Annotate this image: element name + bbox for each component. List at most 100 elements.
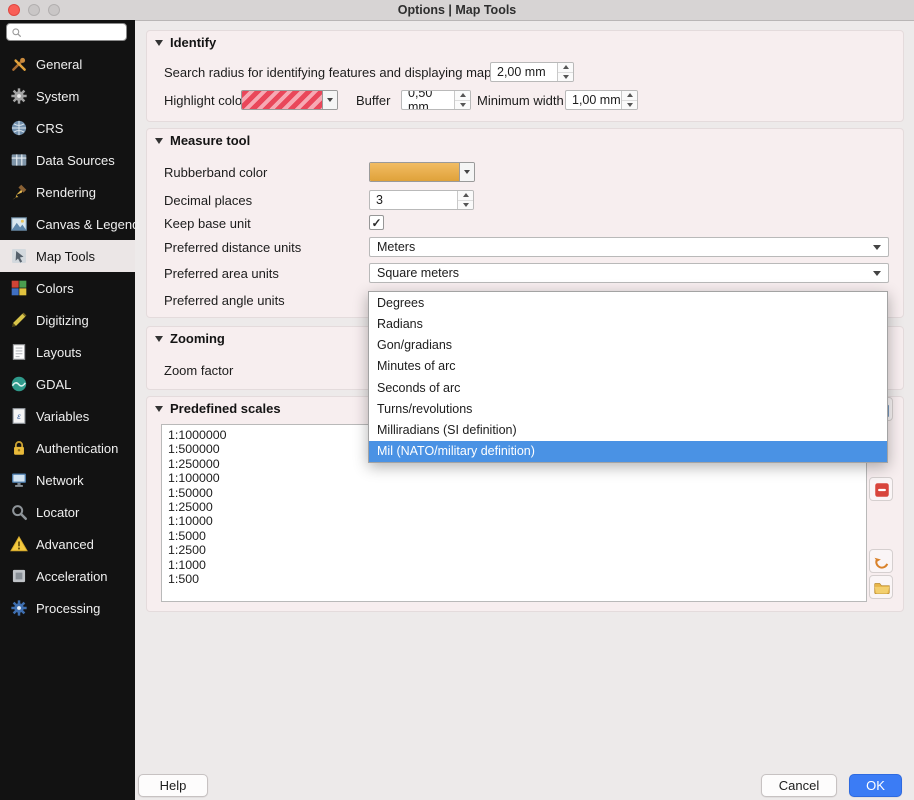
- buffer-label: Buffer: [356, 93, 390, 108]
- help-button[interactable]: Help: [138, 774, 208, 797]
- sidebar-item-locator[interactable]: Locator: [0, 496, 135, 528]
- restore-icon: [873, 553, 891, 571]
- predefined-scales-header[interactable]: Predefined scales: [155, 401, 281, 416]
- measure-tool-section: Measure tool Rubberband color Decimal pl…: [146, 128, 904, 318]
- sidebar-item-label: General: [36, 57, 82, 72]
- dropdown-option-gon-gradians[interactable]: Gon/gradians: [369, 335, 887, 356]
- dropdown-option-milliradians-si-definition[interactable]: Milliradians (SI definition): [369, 420, 887, 441]
- dropdown-option-minutes-of-arc[interactable]: Minutes of arc: [369, 356, 887, 377]
- sidebar: General System CRS Data Sources: [0, 20, 135, 800]
- minimum-width-spinbox[interactable]: 1,00 mm: [565, 90, 638, 110]
- authentication-icon: [10, 439, 28, 457]
- sidebar-item-layouts[interactable]: Layouts: [0, 336, 135, 368]
- collapse-triangle-icon: [155, 406, 163, 412]
- sidebar-item-processing[interactable]: Processing: [0, 592, 135, 624]
- scale-item[interactable]: 1:10000: [162, 514, 866, 528]
- identify-section: Identify Search radius for identifying f…: [146, 30, 904, 122]
- scale-item[interactable]: 1:100000: [162, 471, 866, 485]
- scale-item[interactable]: 1:50000: [162, 486, 866, 500]
- measure-tool-header[interactable]: Measure tool: [155, 133, 250, 148]
- rendering-icon: [10, 183, 28, 201]
- dropdown-option-degrees[interactable]: Degrees: [369, 292, 887, 313]
- folder-icon: [873, 579, 891, 597]
- sidebar-item-label: Locator: [36, 505, 79, 520]
- chevron-down-icon[interactable]: [459, 163, 474, 181]
- sidebar-item-variables[interactable]: ε Variables: [0, 400, 135, 432]
- spinner-arrows-icon[interactable]: [621, 91, 637, 109]
- sidebar-item-acceleration[interactable]: Acceleration: [0, 560, 135, 592]
- sidebar-item-label: Authentication: [36, 441, 118, 456]
- decimal-places-spinbox[interactable]: 3: [369, 190, 474, 210]
- scale-item[interactable]: 1:25000: [162, 500, 866, 514]
- spinner-arrows-icon[interactable]: [454, 91, 470, 109]
- sidebar-item-label: Colors: [36, 281, 74, 296]
- layouts-icon: [10, 343, 28, 361]
- sidebar-item-label: Canvas & Legend: [36, 217, 139, 232]
- processing-icon: [10, 599, 28, 617]
- cancel-button[interactable]: Cancel: [761, 774, 837, 797]
- chevron-down-icon: [873, 271, 881, 276]
- angle-units-dropdown: Degrees Radians Gon/gradians Minutes of …: [368, 291, 888, 463]
- scale-item[interactable]: 1:1000: [162, 558, 866, 572]
- digitizing-icon: [10, 311, 28, 329]
- gdal-icon: [10, 375, 28, 393]
- colors-icon: [10, 279, 28, 297]
- spinner-arrows-icon[interactable]: [457, 191, 473, 209]
- sidebar-item-authentication[interactable]: Authentication: [0, 432, 135, 464]
- sidebar-item-label: Network: [36, 473, 84, 488]
- keep-base-unit-checkbox[interactable]: [369, 215, 384, 230]
- sidebar-item-label: CRS: [36, 121, 63, 136]
- area-units-label: Preferred area units: [164, 266, 279, 281]
- search-icon: [11, 27, 22, 38]
- dropdown-option-seconds-of-arc[interactable]: Seconds of arc: [369, 377, 887, 398]
- sidebar-item-label: System: [36, 89, 79, 104]
- scale-item[interactable]: 1:500: [162, 572, 866, 586]
- remove-scale-button[interactable]: [869, 477, 893, 501]
- keep-base-unit-label: Keep base unit: [164, 216, 251, 231]
- sidebar-item-label: GDAL: [36, 377, 71, 392]
- chevron-down-icon[interactable]: [322, 91, 337, 109]
- collapse-triangle-icon: [155, 40, 163, 46]
- sidebar-item-crs[interactable]: CRS: [0, 112, 135, 144]
- sidebar-nav: General System CRS Data Sources: [0, 48, 135, 624]
- rubberband-color-label: Rubberband color: [164, 165, 267, 180]
- sidebar-item-system[interactable]: System: [0, 80, 135, 112]
- sidebar-item-label: Layouts: [36, 345, 82, 360]
- close-button[interactable]: [8, 4, 20, 16]
- ok-button[interactable]: OK: [849, 774, 902, 797]
- sidebar-item-general[interactable]: General: [0, 48, 135, 80]
- sidebar-item-advanced[interactable]: Advanced: [0, 528, 135, 560]
- dropdown-option-turns-revolutions[interactable]: Turns/revolutions: [369, 398, 887, 419]
- sidebar-item-network[interactable]: Network: [0, 464, 135, 496]
- highlight-color-button[interactable]: [241, 90, 338, 110]
- rubberband-color-button[interactable]: [369, 162, 475, 182]
- crs-icon: [10, 119, 28, 137]
- sidebar-item-digitizing[interactable]: Digitizing: [0, 304, 135, 336]
- area-units-combobox[interactable]: Square meters: [369, 263, 889, 283]
- network-icon: [10, 471, 28, 489]
- sidebar-item-colors[interactable]: Colors: [0, 272, 135, 304]
- sidebar-item-label: Digitizing: [36, 313, 89, 328]
- spinner-arrows-icon[interactable]: [557, 63, 573, 81]
- dropdown-option-mil-nato-military-definition[interactable]: Mil (NATO/military definition): [369, 441, 887, 462]
- distance-units-combobox[interactable]: Meters: [369, 237, 889, 257]
- canvas-legend-icon: [10, 215, 28, 233]
- sidebar-item-rendering[interactable]: Rendering: [0, 176, 135, 208]
- sidebar-item-gdal[interactable]: GDAL: [0, 368, 135, 400]
- sidebar-item-map-tools[interactable]: Map Tools: [0, 240, 135, 272]
- identify-header[interactable]: Identify: [155, 35, 216, 50]
- search-radius-spinbox[interactable]: 2,00 mm: [490, 62, 574, 82]
- zooming-header[interactable]: Zooming: [155, 331, 225, 346]
- scale-item[interactable]: 1:5000: [162, 529, 866, 543]
- titlebar: Options | Map Tools: [0, 0, 914, 21]
- highlight-color-swatch: [242, 91, 322, 109]
- import-scales-button[interactable]: [869, 575, 893, 599]
- buffer-spinbox[interactable]: 0,50 mm: [401, 90, 471, 110]
- sidebar-item-canvas-legend[interactable]: Canvas & Legend: [0, 208, 135, 240]
- scale-item[interactable]: 1:2500: [162, 543, 866, 557]
- highlight-color-label: Highlight color: [164, 93, 246, 108]
- sidebar-item-data-sources[interactable]: Data Sources: [0, 144, 135, 176]
- sidebar-search-input[interactable]: [6, 23, 127, 41]
- dropdown-option-radians[interactable]: Radians: [369, 313, 887, 334]
- restore-default-scales-button[interactable]: [869, 549, 893, 573]
